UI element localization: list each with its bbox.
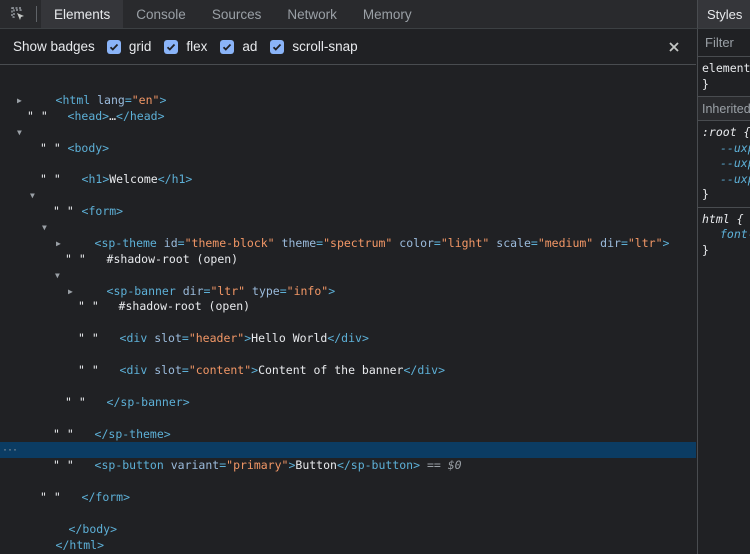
collapsed-triangle-icon[interactable]: ▶ [17,93,22,109]
dom-text-node[interactable]: " " [0,490,696,506]
badge-label-flex: flex [186,39,208,54]
collapsed-triangle-icon[interactable]: ▶ [68,284,73,300]
inherited-header: Inherited [698,97,750,121]
styles-tab[interactable]: Styles [697,0,750,29]
whitespace-text: " " [78,299,99,314]
whitespace-text: " " [27,108,48,123]
element-style-rule[interactable]: element } [698,57,750,97]
badge-settings-bar: Show badges grid flex ad scroll-snap [0,29,696,65]
dom-text-node[interactable]: " " [0,252,696,268]
css-variable[interactable]: --uxp [702,156,750,172]
toolbar-divider [36,6,37,22]
whitespace-text: " " [78,331,99,346]
rule-close-brace: } [702,76,709,91]
expanded-triangle-icon[interactable]: ▼ [30,188,35,204]
devtools-tab-bar: Elements Console Sources Network Memory [0,0,750,29]
badge-checkbox-flex[interactable]: flex [164,39,207,54]
dom-text-node[interactable]: " " [0,331,696,347]
checkbox-checked-icon[interactable] [106,39,121,54]
element-style-selector: element [702,61,750,75]
whitespace-text: " " [40,490,61,505]
badge-checkbox-scroll-snap[interactable]: scroll-snap [270,39,358,54]
tag-name: </html> [55,537,105,552]
dom-shadow-root[interactable]: ▶ #shadow-root (open) [0,284,696,314]
whitespace-text: " " [65,251,86,266]
css-property[interactable]: font- [702,227,750,243]
root-style-rule[interactable]: :root { --uxp --uxp --uxp } [698,121,750,208]
dom-node-form-close[interactable]: </form> [0,474,696,504]
whitespace-text: " " [65,394,86,409]
css-variable[interactable]: --uxp [702,141,750,157]
elements-panel: Show badges grid flex ad scroll-snap <ht… [0,29,696,554]
dom-text-node[interactable]: " " [0,172,696,188]
badge-label-scroll-snap: scroll-snap [292,39,358,54]
whitespace-text: " " [53,204,74,219]
dom-node-div-content[interactable]: <div slot="content">Content of the banne… [0,347,696,377]
close-icon[interactable] [666,39,682,55]
rule-close-brace: } [702,187,709,201]
dom-node-html-close[interactable]: </html> [0,522,696,552]
tab-elements[interactable]: Elements [41,0,124,28]
dom-text-node[interactable]: " " [0,395,696,411]
dom-text-node[interactable]: " " [0,141,696,157]
tab-console[interactable]: Console [123,0,199,28]
badge-checkbox-grid[interactable]: grid [106,39,152,54]
dom-node-body-close[interactable]: </body> [0,506,696,536]
dom-text-node[interactable]: " " [0,204,696,220]
inspect-icon [11,7,24,20]
dom-node-sp-button-selected[interactable]: ··· <sp-button variant="primary">Button</… [0,442,696,472]
dom-text-node[interactable]: " " [0,299,696,315]
dom-node-head[interactable]: ▶ <head>…</head> [0,93,696,123]
dom-node-form[interactable]: ▼ <form> [0,188,696,218]
html-selector: html { [702,211,744,226]
whitespace-text: " " [40,172,61,187]
badge-label-grid: grid [128,39,152,54]
whitespace-text: " " [53,426,74,441]
dom-text-node[interactable]: " " [0,109,696,125]
dom-text-node[interactable]: " " [0,427,696,443]
dom-text-node[interactable]: " " [0,363,696,379]
styles-panel: Filter element } Inherited :root { --uxp… [697,29,750,554]
expanded-triangle-icon[interactable]: ▼ [17,125,22,141]
checkbox-checked-icon[interactable] [270,39,285,54]
collapsed-triangle-icon[interactable]: ▶ [56,236,61,252]
checkbox-checked-icon[interactable] [164,39,179,54]
more-options-icon[interactable]: ··· [3,442,18,458]
dom-tree: <html lang="en"> ▶ <head>…</head> " " ▼ <b… [0,65,696,552]
whitespace-text: " " [53,458,74,473]
inspect-element-button[interactable] [0,0,36,28]
badges-title: Show badges [13,39,95,54]
dom-node-sp-banner-close[interactable]: </sp-banner> [0,379,696,409]
expanded-triangle-icon[interactable]: ▼ [42,220,47,236]
root-selector: :root { [702,125,750,139]
dom-node-h1[interactable]: <h1>Welcome</h1> [0,156,696,186]
dom-text-node[interactable]: " " [0,458,696,474]
dom-node-html[interactable]: <html lang="en"> [0,77,696,107]
dom-node-sp-banner[interactable]: ▼ <sp-banner dir="ltr" type="info"> [0,268,696,298]
badge-checkbox-ad[interactable]: ad [220,39,257,54]
dom-node-sp-theme[interactable]: ▼ <sp-theme id="theme-block" theme="spect… [0,220,696,250]
css-variable[interactable]: --uxp [702,172,750,188]
checkbox-checked-icon[interactable] [220,39,235,54]
styles-filter-input[interactable]: Filter [698,29,750,57]
html-style-rule[interactable]: html { font- } [698,208,750,263]
tab-network[interactable]: Network [274,0,350,28]
tab-sources[interactable]: Sources [199,0,275,28]
dom-node-body[interactable]: ▼ <body> [0,125,696,155]
whitespace-text: " " [40,140,61,155]
dom-node-sp-theme-close[interactable]: </sp-theme> [0,411,696,441]
whitespace-text: " " [78,363,99,378]
expanded-triangle-icon[interactable]: ▼ [55,268,60,284]
dom-shadow-root[interactable]: ▶ #shadow-root (open) [0,236,696,266]
dom-node-div-header[interactable]: <div slot="header">Hello World</div> [0,315,696,345]
badge-label-ad: ad [242,39,258,54]
tab-memory[interactable]: Memory [350,0,425,28]
rule-close-brace: } [702,242,709,257]
